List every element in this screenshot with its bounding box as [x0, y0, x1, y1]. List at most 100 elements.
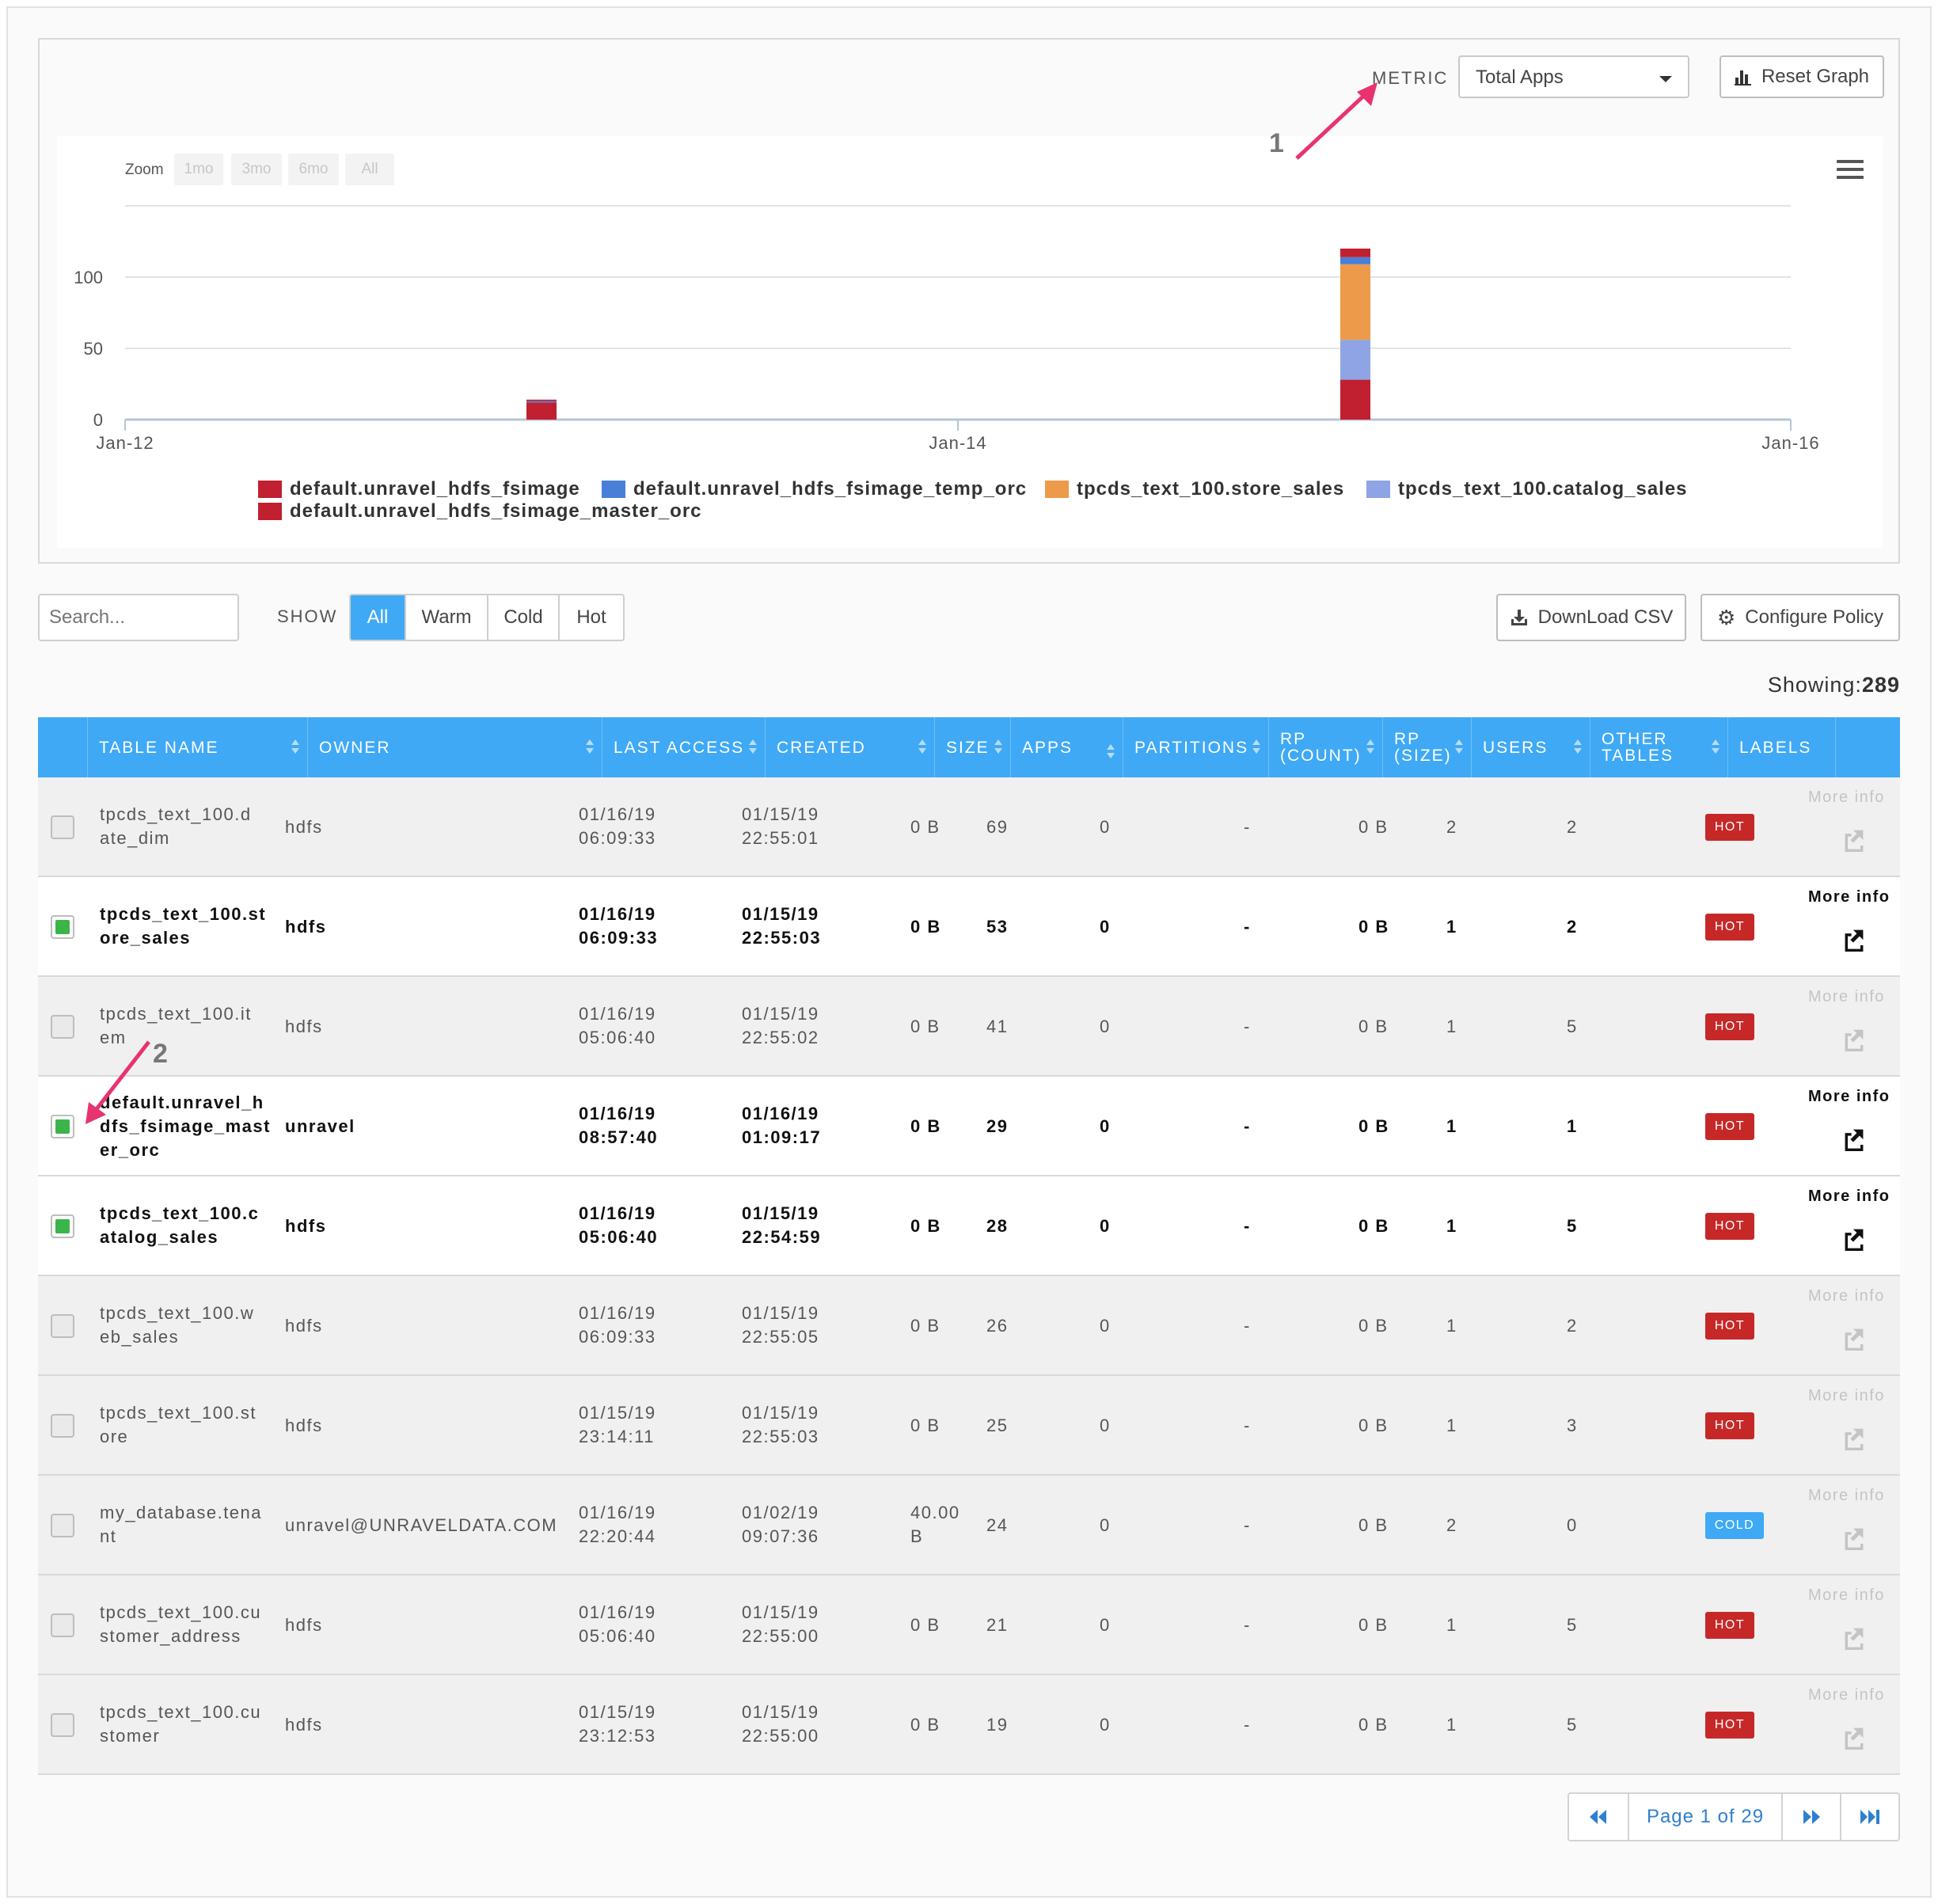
table-name-cell[interactable]: tpcds_text_100.c atalog_sales	[100, 1202, 266, 1249]
more-info-link[interactable]: More info	[1808, 789, 1885, 807]
header-owner[interactable]: OWNER	[307, 717, 602, 777]
header-last-access[interactable]: LAST ACCESS	[602, 717, 765, 777]
table-name-cell[interactable]: tpcds_text_100.st ore	[100, 1401, 266, 1449]
more-info-link[interactable]: More info	[1808, 888, 1890, 906]
header-apps[interactable]: APPS	[1010, 717, 1123, 777]
sort-icon[interactable]	[918, 739, 926, 755]
filter-all-button[interactable]: All	[351, 595, 406, 640]
zoom-3mo-button[interactable]: 3mo	[231, 154, 282, 185]
external-link-icon[interactable]	[1841, 1325, 1867, 1351]
first-page-button[interactable]	[1569, 1794, 1629, 1840]
header-table-name[interactable]: TABLE NAME	[87, 717, 307, 777]
external-link-icon[interactable]	[1841, 1226, 1867, 1251]
external-link-icon[interactable]	[1841, 1126, 1867, 1151]
row-checkbox[interactable]	[51, 1414, 74, 1438]
sort-icon[interactable]	[586, 739, 594, 755]
table-name-cell[interactable]: my_database.tena nt	[100, 1501, 266, 1549]
sort-icon[interactable]	[1366, 739, 1374, 755]
legend-item[interactable]: default.unravel_hdfs_fsimage	[258, 478, 580, 500]
sort-icon[interactable]	[749, 739, 757, 755]
hot-label-badge[interactable]: HOT	[1705, 814, 1754, 841]
sort-desc-icon[interactable]	[1107, 744, 1115, 760]
external-link-icon[interactable]	[1841, 827, 1867, 852]
chart-menu-icon[interactable]	[1837, 160, 1864, 179]
next-page-button[interactable]	[1783, 1794, 1841, 1840]
legend-item[interactable]: default.unravel_hdfs_fsimage_master_orc	[258, 500, 702, 523]
header-size[interactable]: SIZE	[934, 717, 1010, 777]
external-link-icon[interactable]	[1841, 1724, 1867, 1750]
metric-select[interactable]: Total Apps	[1458, 55, 1689, 98]
table-row[interactable]: tpcds_text_100.st ore_sales hdfs 01/16/19 06…	[38, 877, 1900, 977]
header-partitions[interactable]: PARTITIONS	[1123, 717, 1268, 777]
more-info-link[interactable]: More info	[1808, 1088, 1890, 1106]
sort-icon[interactable]	[291, 739, 299, 755]
more-info-link[interactable]: More info	[1808, 1387, 1885, 1405]
table-name-cell[interactable]: tpcds_text_100.st ore_sales	[100, 903, 266, 950]
hot-label-badge[interactable]: HOT	[1705, 1013, 1754, 1040]
sort-icon[interactable]	[994, 739, 1002, 755]
zoom-all-button[interactable]: All	[345, 154, 394, 185]
legend-item[interactable]: tpcds_text_100.catalog_sales	[1366, 478, 1688, 500]
more-info-link[interactable]: More info	[1808, 1287, 1885, 1305]
row-checkbox[interactable]	[51, 1214, 74, 1238]
legend-item[interactable]: default.unravel_hdfs_fsimage_temp_orc	[602, 478, 1027, 500]
row-checkbox[interactable]	[51, 1713, 74, 1737]
reset-graph-button[interactable]: Reset Graph	[1720, 55, 1884, 98]
table-row[interactable]: default.unravel_h dfs_fsimage_mast er_orc u…	[38, 1077, 1900, 1176]
hot-label-badge[interactable]: HOT	[1705, 1412, 1754, 1439]
external-link-icon[interactable]	[1841, 1525, 1867, 1550]
sort-icon[interactable]	[1574, 739, 1582, 755]
legend-item[interactable]: tpcds_text_100.store_sales	[1045, 478, 1344, 500]
hot-label-badge[interactable]: HOT	[1705, 1113, 1754, 1140]
more-info-link[interactable]: More info	[1808, 988, 1885, 1006]
header-users[interactable]: USERS	[1471, 717, 1590, 777]
download-csv-button[interactable]: DownLoad CSV	[1496, 594, 1686, 641]
table-row[interactable]: tpcds_text_100.cu stomer hdfs 01/15/19 23:12…	[38, 1675, 1900, 1775]
hot-label-badge[interactable]: HOT	[1705, 1712, 1754, 1739]
row-checkbox[interactable]	[51, 1613, 74, 1637]
header-rp-count[interactable]: RP (COUNT)	[1268, 717, 1382, 777]
table-row[interactable]: tpcds_text_100.cu stomer_address hdfs 01/16…	[38, 1575, 1900, 1675]
row-checkbox[interactable]	[51, 815, 74, 839]
table-row[interactable]: tpcds_text_100.it em hdfs 01/16/19 05:06:40 0…	[38, 977, 1900, 1077]
filter-cold-button[interactable]: Cold	[488, 595, 560, 640]
zoom-1mo-button[interactable]: 1mo	[174, 154, 223, 185]
sort-icon[interactable]	[1455, 739, 1463, 755]
row-checkbox[interactable]	[51, 1015, 74, 1039]
table-row[interactable]: my_database.tena nt unravel@UNRAVELDATA.CO…	[38, 1476, 1900, 1575]
table-row[interactable]: tpcds_text_100.w eb_sales hdfs 01/16/19 06:0…	[38, 1276, 1900, 1376]
header-created[interactable]: CREATED	[765, 717, 934, 777]
external-link-icon[interactable]	[1841, 1625, 1867, 1650]
last-page-button[interactable]	[1841, 1794, 1898, 1840]
table-name-cell[interactable]: tpcds_text_100.cu stomer	[100, 1701, 266, 1748]
filter-warm-button[interactable]: Warm	[406, 595, 488, 640]
more-info-link[interactable]: More info	[1808, 1487, 1885, 1505]
table-name-cell[interactable]: tpcds_text_100.d ate_dim	[100, 803, 266, 850]
row-checkbox[interactable]	[51, 1314, 74, 1338]
table-name-cell[interactable]: tpcds_text_100.w eb_sales	[100, 1302, 266, 1349]
sort-icon[interactable]	[1712, 739, 1720, 755]
filter-hot-button[interactable]: Hot	[560, 595, 623, 640]
table-row[interactable]: tpcds_text_100.d ate_dim hdfs 01/16/19 06:09…	[38, 777, 1900, 877]
configure-policy-button[interactable]: ⚙ Configure Policy	[1700, 594, 1900, 641]
zoom-6mo-button[interactable]: 6mo	[288, 154, 339, 185]
hot-label-badge[interactable]: HOT	[1705, 914, 1754, 941]
hot-label-badge[interactable]: HOT	[1705, 1313, 1754, 1340]
external-link-icon[interactable]	[1841, 926, 1867, 952]
hot-label-badge[interactable]: HOT	[1705, 1612, 1754, 1639]
header-rp-size[interactable]: RP (SIZE)	[1382, 717, 1471, 777]
more-info-link[interactable]: More info	[1808, 1188, 1890, 1206]
table-row[interactable]: tpcds_text_100.c atalog_sales hdfs 01/16/19…	[38, 1176, 1900, 1276]
cold-label-badge[interactable]: COLD	[1705, 1512, 1764, 1539]
search-input[interactable]	[38, 594, 239, 641]
row-checkbox[interactable]	[51, 1115, 74, 1138]
more-info-link[interactable]: More info	[1808, 1587, 1885, 1605]
table-row[interactable]: tpcds_text_100.st ore hdfs 01/15/19 23:14:11…	[38, 1376, 1900, 1476]
header-other-tables[interactable]: OTHER TABLES	[1590, 717, 1727, 777]
more-info-link[interactable]: More info	[1808, 1686, 1885, 1704]
row-checkbox[interactable]	[51, 915, 74, 939]
table-name-cell[interactable]: tpcds_text_100.cu stomer_address	[100, 1601, 266, 1648]
row-checkbox[interactable]	[51, 1514, 74, 1537]
external-link-icon[interactable]	[1841, 1425, 1867, 1450]
sort-icon[interactable]	[1252, 739, 1260, 755]
